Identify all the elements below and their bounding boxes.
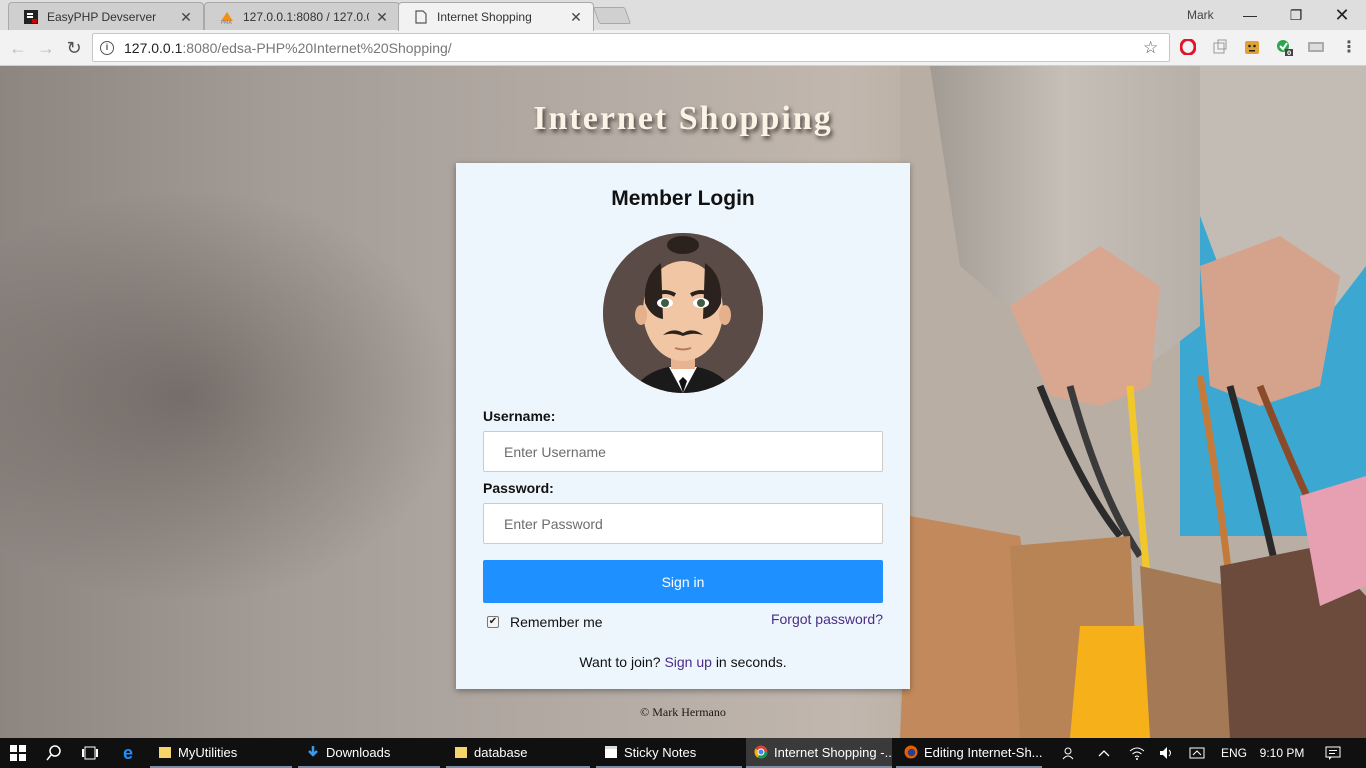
- minimize-icon[interactable]: —: [1227, 0, 1273, 30]
- forgot-password-link[interactable]: Forgot password?: [771, 611, 883, 627]
- windows-start-icon[interactable]: [0, 738, 36, 768]
- password-input[interactable]: [483, 503, 883, 544]
- search-icon[interactable]: [36, 738, 72, 768]
- taskbar-app-firefox[interactable]: Editing Internet-Sh...: [896, 738, 1042, 768]
- taskbar-app-myutilities[interactable]: MyUtilities: [150, 738, 292, 768]
- extension-icon[interactable]: [1211, 38, 1229, 56]
- wifi-icon[interactable]: [1126, 738, 1148, 768]
- window-close-icon[interactable]: ✕: [1319, 0, 1365, 30]
- join-prompt: Want to join? Sign up in seconds.: [456, 654, 910, 670]
- taskbar-app-sticky-notes[interactable]: Sticky Notes: [596, 738, 742, 768]
- avatar: [603, 233, 763, 393]
- background-blur: [0, 186, 460, 606]
- url-text[interactable]: 127.0.0.1:8080/edsa-PHP%20Internet%20Sho…: [124, 40, 1143, 56]
- sticky-notes-icon: [605, 746, 617, 758]
- browser-toolbar: ← → ↻ i 127.0.0.1:8080/edsa-PHP%20Intern…: [0, 30, 1366, 66]
- chevron-up-icon[interactable]: [1094, 738, 1114, 768]
- close-icon[interactable]: ✕: [179, 10, 193, 24]
- edge-icon[interactable]: e: [110, 738, 146, 768]
- task-view-icon[interactable]: [72, 738, 108, 768]
- easyphp-icon: [23, 9, 39, 25]
- page-icon: [413, 9, 429, 25]
- tab-title: Internet Shopping: [437, 10, 532, 24]
- username-input[interactable]: [483, 431, 883, 472]
- close-icon[interactable]: ✕: [569, 10, 583, 24]
- remember-me-checkbox[interactable]: ✔: [487, 616, 499, 628]
- extension-gray-icon[interactable]: [1307, 38, 1325, 56]
- taskbar-app-downloads[interactable]: Downloads: [298, 738, 440, 768]
- clock[interactable]: 9:10 PM: [1256, 738, 1308, 768]
- profile-name[interactable]: Mark: [1187, 8, 1214, 22]
- language-indicator[interactable]: ENG: [1216, 738, 1252, 768]
- taskbar-app-database[interactable]: database: [446, 738, 590, 768]
- join-suffix: in seconds.: [715, 654, 787, 670]
- folder-icon: [455, 747, 467, 758]
- sign-in-button[interactable]: Sign in: [483, 560, 883, 603]
- extension-badge: 0: [1287, 50, 1291, 56]
- taskbar-app-chrome[interactable]: Internet Shopping -...: [746, 738, 892, 768]
- people-icon[interactable]: [1058, 738, 1082, 768]
- opera-icon[interactable]: [1179, 38, 1197, 56]
- tab-title: EasyPHP Devserver: [47, 9, 157, 24]
- svg-text:PMA: PMA: [221, 20, 232, 25]
- menu-icon[interactable]: ⋮: [1340, 38, 1358, 56]
- new-tab-button[interactable]: [592, 7, 632, 24]
- download-icon: [308, 746, 318, 757]
- username-label: Username:: [483, 408, 556, 424]
- login-card: Member Login Username: Enter Username Pa…: [456, 163, 910, 689]
- input-method-icon[interactable]: [1186, 738, 1208, 768]
- password-label: Password:: [483, 480, 554, 496]
- tab-phpmyadmin[interactable]: PMA 127.0.0.1:8080 / 127.0.0.1 ✕: [204, 2, 400, 30]
- sign-up-link[interactable]: Sign up: [664, 654, 711, 670]
- shopping-bags-photo: [900, 66, 1366, 738]
- bookmark-star-icon[interactable]: ☆: [1143, 38, 1163, 58]
- browser-tabstrip: EasyPHP Devserver ✕ PMA 127.0.0.1:8080 /…: [0, 0, 1366, 31]
- folder-icon: [159, 747, 171, 758]
- reload-icon[interactable]: ↻: [62, 36, 86, 60]
- back-icon[interactable]: ←: [6, 36, 30, 60]
- forward-icon[interactable]: →: [34, 36, 58, 60]
- action-center-icon[interactable]: [1320, 738, 1346, 768]
- site-title: Internet Shopping: [533, 100, 833, 137]
- login-heading: Member Login: [611, 187, 755, 210]
- phpmyadmin-icon: PMA: [219, 9, 235, 25]
- page-viewport: Internet Shopping Member Login Username:…: [0, 66, 1366, 738]
- restore-icon[interactable]: ❐: [1273, 0, 1319, 30]
- tab-internet-shopping[interactable]: Internet Shopping ✕: [398, 2, 594, 31]
- firefox-icon: [904, 745, 918, 759]
- close-icon[interactable]: ✕: [375, 10, 389, 24]
- chrome-icon: [754, 745, 768, 759]
- tab-title: 127.0.0.1:8080 / 127.0.0.1: [243, 9, 369, 24]
- extension-green-icon[interactable]: 0: [1275, 38, 1293, 56]
- info-icon[interactable]: i: [100, 40, 114, 55]
- volume-icon[interactable]: [1156, 738, 1178, 768]
- remember-me[interactable]: ✔ Remember me: [487, 614, 603, 630]
- tab-easyphp[interactable]: EasyPHP Devserver ✕: [8, 2, 204, 30]
- address-bar[interactable]: i 127.0.0.1:8080/edsa-PHP%20Internet%20S…: [92, 33, 1170, 62]
- remember-me-label: Remember me: [510, 614, 603, 630]
- footer-credit: © Mark Hermano: [640, 705, 726, 719]
- windows-taskbar: e MyUtilities Downloads database Sticky …: [0, 738, 1366, 768]
- extension-face-icon[interactable]: [1243, 38, 1261, 56]
- join-prefix: Want to join?: [579, 654, 661, 670]
